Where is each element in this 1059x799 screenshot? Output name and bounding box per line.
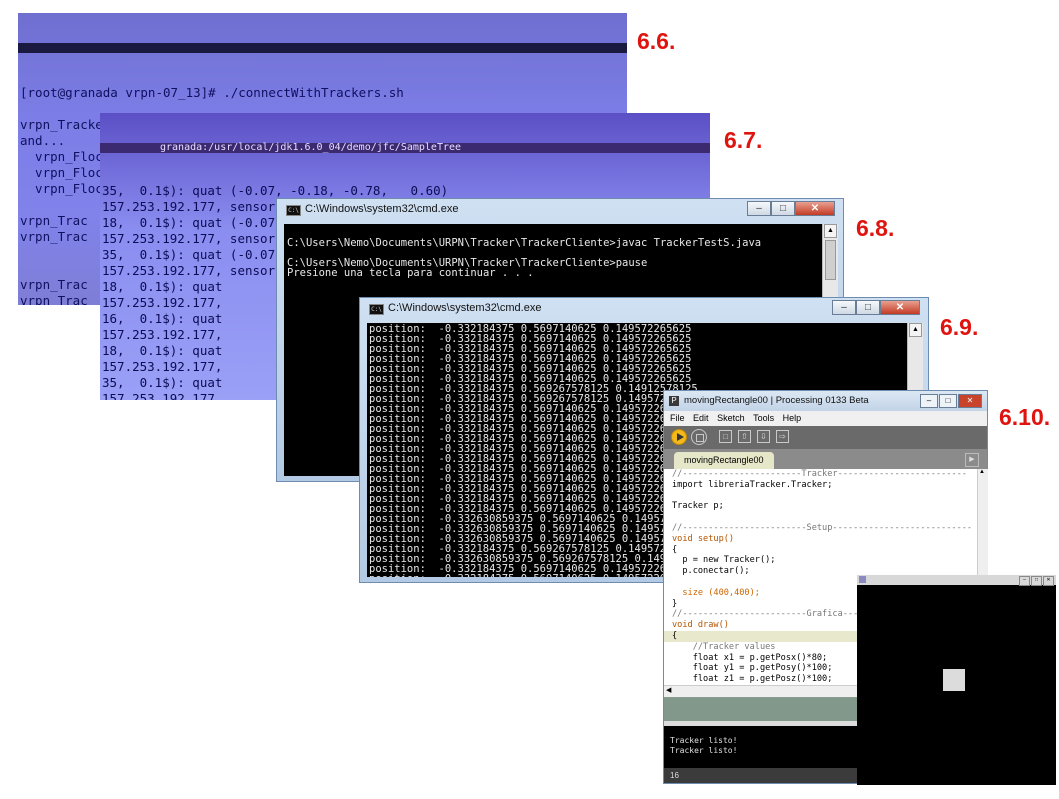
code-line: p = new Tracker(); (664, 555, 977, 566)
window-title: C:\Windows\system32\cmd.exe (305, 203, 459, 215)
code-text: //-----------------------Tracker--------… (672, 469, 967, 479)
code-line: import libreriaTracker.Tracker; (664, 480, 977, 491)
scroll-left-arrow[interactable]: ◀ (664, 687, 671, 694)
code-text: Tracker p; (672, 501, 724, 512)
cmd-icon: C:\ (286, 205, 301, 216)
console-line: Presione una tecla para continuar . . . (287, 267, 534, 279)
code-text: { (672, 630, 678, 641)
terminal-line: 35, 0.1$): quat (-0.07, -0.18, -0.78, 0.… (102, 183, 449, 198)
save-button[interactable]: ⇩ (757, 430, 770, 443)
menu-sketch[interactable]: Sketch (717, 413, 745, 423)
scroll-up-arrow[interactable]: ▲ (979, 469, 985, 475)
code-text: p = new Tracker(); (672, 555, 776, 566)
sketch-window[interactable]: – □ ✕ (857, 575, 1056, 785)
window-title: C:\Windows\system32\cmd.exe (388, 302, 542, 314)
stop-icon (696, 434, 704, 442)
tab-bar: movingRectangle00 ▶ (664, 449, 987, 469)
new-button[interactable]: □ (719, 430, 732, 443)
minimize-button[interactable]: – (832, 300, 856, 315)
code-line: void setup() (664, 534, 977, 545)
tab-menu-arrow-icon[interactable]: ▶ (965, 453, 979, 467)
terminal-line: [root@granada vrpn-07_13]# ./connectWith… (20, 85, 404, 100)
moving-rectangle (943, 669, 965, 691)
code-text: //------------------------Setup---------… (672, 522, 973, 533)
cmd-icon: C:\ (369, 304, 384, 315)
figure-label-6-7: 6.7. (724, 127, 763, 153)
maximize-button[interactable]: □ (1031, 576, 1042, 586)
terminal-titlebar (18, 43, 627, 53)
code-text: float x1 = p.getPosx()*80; (672, 652, 828, 663)
tab-moving-rectangle[interactable]: movingRectangle00 (674, 452, 774, 469)
code-text: //Tracker values (672, 641, 776, 652)
code-text: float z1 = p.getPosz()*100; (672, 674, 833, 685)
code-text: { (672, 544, 678, 555)
figure-label-6-6: 6.6. (637, 28, 676, 54)
window-titlebar[interactable]: C:\ C:\Windows\system32\cmd.exe – □ ✕ (360, 298, 928, 320)
code-text: size (400,400); (672, 587, 760, 598)
window-title: movingRectangle00 | Processing 0133 Beta (684, 395, 869, 406)
menu-help[interactable]: Help (783, 413, 802, 423)
maximize-button[interactable]: □ (856, 300, 880, 315)
open-button[interactable]: ⇧ (738, 430, 751, 443)
minimize-button[interactable]: – (1019, 576, 1030, 586)
maximize-button[interactable]: □ (771, 201, 795, 216)
minimize-button[interactable]: – (920, 394, 938, 408)
code-line: { (664, 545, 977, 556)
close-button[interactable]: ✕ (795, 201, 835, 216)
export-button[interactable]: ⇨ (776, 430, 789, 443)
code-text: void setup() (672, 533, 735, 544)
menu-bar: File Edit Sketch Tools Help (664, 411, 987, 426)
maximize-button[interactable]: □ (939, 394, 957, 408)
figure-label-6-8: 6.8. (856, 215, 895, 241)
window-titlebar[interactable]: P movingRectangle00 | Processing 0133 Be… (664, 391, 987, 411)
play-icon (677, 433, 684, 441)
code-text: p.conectar(); (672, 566, 750, 577)
close-button[interactable]: ✕ (880, 300, 920, 315)
close-button[interactable]: ✕ (1043, 576, 1054, 586)
code-line: //------------------------Setup---------… (664, 523, 977, 534)
stop-button[interactable] (691, 429, 707, 445)
minimize-button[interactable]: – (747, 201, 771, 216)
toolbar: □ ⇧ ⇩ ⇨ (664, 426, 987, 449)
console-line: C:\Users\Nemo\Documents\URPN\Tracker\Tra… (287, 237, 762, 249)
menu-edit[interactable]: Edit (693, 413, 709, 423)
terminal-titlebar: granada:/usr/local/jdk1.6.0_04/demo/jfc/… (100, 143, 710, 153)
code-text: float y1 = p.getPosy()*100; (672, 663, 833, 674)
scroll-up-arrow[interactable]: ▲ (824, 224, 837, 238)
figure-label-6-9: 6.9. (940, 314, 979, 340)
menu-tools[interactable]: Tools (753, 413, 774, 423)
sketch-titlebar[interactable]: – □ ✕ (857, 575, 1056, 586)
figure-label-6-10: 6.10. (999, 404, 1051, 430)
code-text: } (672, 598, 678, 609)
java-icon (859, 576, 866, 583)
code-line: Tracker p; (664, 501, 977, 512)
code-line: //-----------------------Tracker--------… (664, 469, 977, 480)
scroll-thumb[interactable] (825, 240, 836, 280)
window-titlebar[interactable]: C:\ C:\Windows\system32\cmd.exe – □ ✕ (277, 199, 843, 221)
close-button[interactable]: ✕ (958, 394, 982, 408)
menu-file[interactable]: File (670, 413, 685, 423)
run-button[interactable] (671, 429, 687, 445)
code-text: //------------------------Grafica------ (672, 609, 874, 620)
scroll-up-arrow[interactable]: ▲ (909, 323, 922, 337)
code-text: void draw() (672, 620, 729, 631)
processing-icon: P (669, 396, 679, 406)
code-text: import libreriaTracker.Tracker; (672, 479, 833, 490)
